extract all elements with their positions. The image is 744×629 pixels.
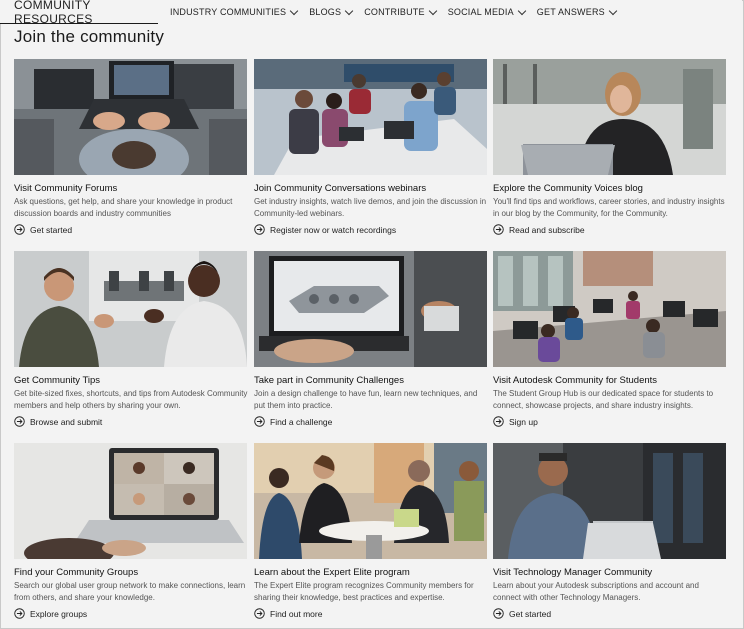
card-community-forums: Visit Community Forums Ask questions, ge…: [14, 59, 247, 235]
nav-label: GET ANSWERS: [536, 7, 605, 17]
card-image[interactable]: [254, 59, 487, 175]
card-community-tips: Get Community Tips Get bite-sized fixes,…: [14, 251, 247, 427]
nav-label: INDUSTRY COMMUNITIES: [170, 7, 287, 17]
nav-get-answers[interactable]: GET ANSWERS: [536, 6, 618, 17]
arrow-circle-right-icon: [493, 416, 504, 427]
card-title[interactable]: Learn about the Expert Elite program: [254, 567, 410, 578]
brand-tab[interactable]: COMMUNITY RESOURCES: [0, 0, 158, 26]
card-community-voices: Explore the Community Voices blog You'll…: [493, 59, 726, 235]
card-title[interactable]: Take part in Community Challenges: [254, 375, 404, 386]
card-image[interactable]: [493, 443, 726, 559]
arrow-circle-right-icon: [14, 224, 25, 235]
nav-menu: INDUSTRY COMMUNITIES BLOGS CONTRIBUTE SO…: [170, 0, 628, 24]
card-link-label: Get started: [509, 608, 552, 619]
card-community-challenges: Take part in Community Challenges Join a…: [254, 251, 487, 427]
card-link[interactable]: Find out more: [254, 608, 322, 619]
nav-label: CONTRIBUTE: [364, 7, 425, 17]
card-title[interactable]: Visit Autodesk Community for Students: [493, 375, 657, 386]
arrow-circle-right-icon: [254, 608, 265, 619]
card-link[interactable]: Read and subscribe: [493, 224, 585, 235]
card-technology-manager: Visit Technology Manager Community Learn…: [493, 443, 726, 619]
card-title[interactable]: Join Community Conversations webinars: [254, 183, 426, 194]
card-link[interactable]: Sign up: [493, 416, 538, 427]
card-description: Get industry insights, watch live demos,…: [254, 197, 487, 218]
card-title[interactable]: Visit Community Forums: [14, 183, 117, 194]
card-image[interactable]: [14, 443, 247, 559]
chevron-down-icon: [428, 6, 437, 15]
card-image[interactable]: [14, 59, 247, 175]
card-description: Ask questions, get help, and share your …: [14, 197, 233, 218]
card-title[interactable]: Find your Community Groups: [14, 567, 138, 578]
card-description: Search our global user group network to …: [14, 581, 246, 602]
card-link[interactable]: Browse and submit: [14, 416, 102, 427]
card-description: You'll find tips and workflows, career s…: [493, 197, 725, 218]
nav-label: SOCIAL MEDIA: [447, 7, 514, 17]
card-link-label: Read and subscribe: [509, 224, 585, 235]
brand-label: COMMUNITY RESOURCES: [14, 0, 93, 26]
arrow-circle-right-icon: [14, 608, 25, 619]
card-description: Join a design challenge to have fun, lea…: [254, 389, 478, 410]
card-image[interactable]: [254, 251, 487, 367]
card-link-label: Find out more: [270, 608, 323, 619]
arrow-circle-right-icon: [493, 608, 504, 619]
card-title[interactable]: Explore the Community Voices blog: [493, 183, 643, 194]
top-nav: COMMUNITY RESOURCES INDUSTRY COMMUNITIES…: [0, 0, 742, 26]
nav-blogs[interactable]: BLOGS: [309, 6, 354, 17]
card-image[interactable]: [493, 251, 726, 367]
card-description: Get bite-sized fixes, shortcuts, and tip…: [14, 389, 248, 410]
card-link-label: Sign up: [509, 416, 538, 427]
nav-label: BLOGS: [309, 7, 342, 17]
nav-contribute[interactable]: CONTRIBUTE: [364, 6, 437, 17]
card-community-conversations: Join Community Conversations webinars Ge…: [254, 59, 487, 235]
chevron-down-icon: [344, 6, 354, 15]
card-link-label: Explore groups: [30, 608, 88, 619]
nav-industry-communities[interactable]: INDUSTRY COMMUNITIES: [170, 6, 299, 17]
arrow-circle-right-icon: [493, 224, 504, 235]
page-title: Join the community: [14, 27, 165, 46]
card-link-label: Get started: [30, 224, 73, 235]
card-link[interactable]: Get started: [493, 608, 551, 619]
chevron-down-icon: [289, 6, 299, 15]
card-title[interactable]: Get Community Tips: [14, 375, 100, 386]
card-description: Learn about your Autodesk subscriptions …: [493, 581, 699, 602]
card-link[interactable]: Explore groups: [14, 608, 87, 619]
card-link-label: Find a challenge: [270, 416, 333, 427]
card-link[interactable]: Get started: [14, 224, 72, 235]
card-expert-elite: Learn about the Expert Elite program The…: [254, 443, 487, 619]
arrow-circle-right-icon: [254, 416, 265, 427]
card-link[interactable]: Find a challenge: [254, 416, 332, 427]
card-link-label: Register now or watch recordings: [270, 224, 397, 235]
card-image[interactable]: [493, 59, 726, 175]
card-link[interactable]: Register now or watch recordings: [254, 224, 396, 235]
card-description: The Student Group Hub is our dedicated s…: [493, 389, 714, 410]
card-title[interactable]: Visit Technology Manager Community: [493, 567, 652, 578]
arrow-circle-right-icon: [254, 224, 265, 235]
card-community-students: Visit Autodesk Community for Students Th…: [493, 251, 726, 427]
card-community-groups: Find your Community Groups Search our gl…: [14, 443, 247, 619]
card-image[interactable]: [14, 251, 247, 367]
card-image[interactable]: [254, 443, 487, 559]
card-link-label: Browse and submit: [30, 416, 103, 427]
chevron-down-icon: [608, 6, 618, 15]
chevron-down-icon: [517, 6, 527, 15]
arrow-circle-right-icon: [14, 416, 25, 427]
nav-social-media[interactable]: SOCIAL MEDIA: [447, 6, 527, 17]
card-description: The Expert Elite program recognizes Comm…: [254, 581, 474, 602]
